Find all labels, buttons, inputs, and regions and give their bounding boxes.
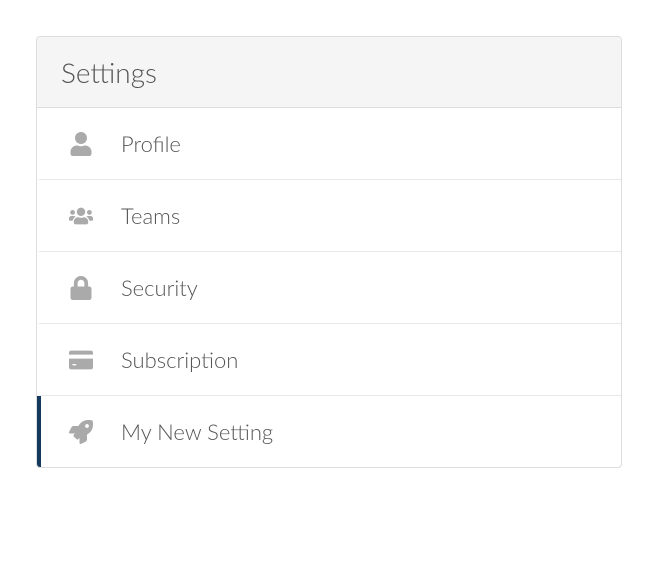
settings-panel: Settings Profile Teams Security Subscrip… bbox=[36, 36, 622, 468]
rocket-icon bbox=[67, 420, 95, 444]
settings-header: Settings bbox=[37, 37, 621, 108]
user-icon bbox=[67, 132, 95, 156]
settings-item-label: Teams bbox=[121, 202, 180, 229]
settings-title: Settings bbox=[61, 55, 597, 89]
settings-item-label: Profile bbox=[121, 130, 181, 157]
lock-icon bbox=[67, 276, 95, 300]
settings-item-teams[interactable]: Teams bbox=[37, 180, 621, 252]
settings-item-label: Subscription bbox=[121, 346, 238, 373]
settings-item-profile[interactable]: Profile bbox=[37, 108, 621, 180]
settings-item-label: My New Setting bbox=[121, 418, 273, 445]
users-icon bbox=[67, 204, 95, 228]
settings-list: Profile Teams Security Subscription My N… bbox=[37, 108, 621, 467]
settings-item-subscription[interactable]: Subscription bbox=[37, 324, 621, 396]
settings-item-my-new-setting[interactable]: My New Setting bbox=[37, 396, 621, 467]
settings-item-label: Security bbox=[121, 274, 198, 301]
settings-item-security[interactable]: Security bbox=[37, 252, 621, 324]
credit-card-icon bbox=[67, 348, 95, 372]
